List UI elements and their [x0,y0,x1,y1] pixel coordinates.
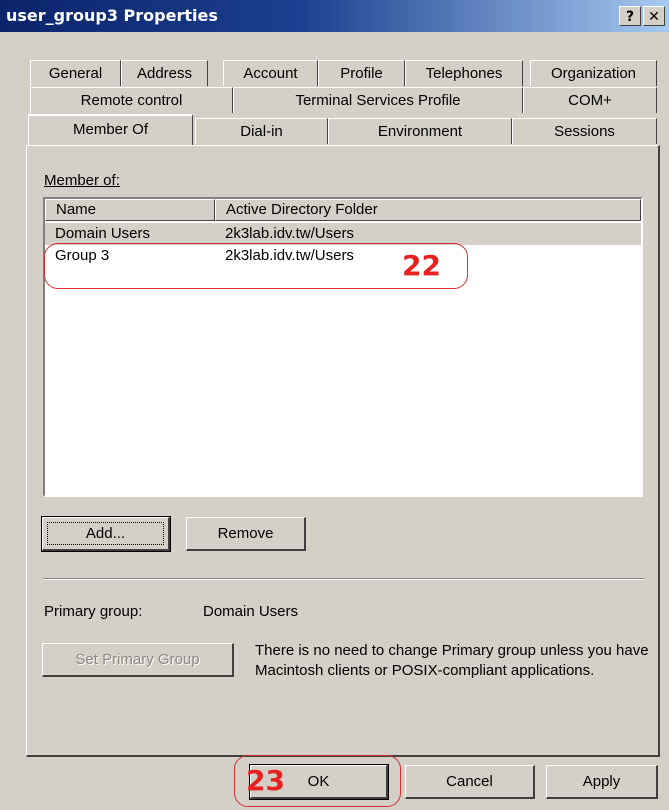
title-bar[interactable]: user_group3 Properties ? ✕ [0,0,669,32]
group-folder: 2k3lab.idv.tw/Users [225,225,354,242]
tab-environment[interactable]: Environment [328,118,512,144]
apply-button[interactable]: Apply [546,765,658,799]
tab-member-of[interactable]: Member Of [28,114,193,145]
group-name: Domain Users [55,225,151,242]
member-of-list[interactable]: Name Active Directory Folder Domain User… [43,197,643,497]
tab-general[interactable]: General [30,60,121,86]
primary-group-note: There is no need to change Primary group… [255,642,649,679]
window-title: user_group3 Properties [6,6,218,25]
close-button[interactable]: ✕ [643,6,665,26]
tab-sessions[interactable]: Sessions [512,118,657,144]
cancel-button-label: Cancel [446,773,493,790]
tab-com-plus[interactable]: COM+ [523,87,657,113]
tab-account[interactable]: Account [223,60,318,86]
separator [43,578,644,580]
apply-button-label: Apply [582,773,621,790]
column-header-name[interactable]: Name [45,199,215,221]
annotation-number-22: 22 [402,249,441,282]
tab-terminal-services-profile[interactable]: Terminal Services Profile [233,87,523,113]
set-primary-group-button[interactable]: Set Primary Group [42,643,234,677]
set-primary-group-label: Set Primary Group [75,651,200,668]
focus-rectangle [47,522,164,545]
tab-dial-in[interactable]: Dial-in [195,118,328,144]
tab-remote-control[interactable]: Remote control [30,87,233,113]
tab-organization[interactable]: Organization [530,60,657,86]
remove-button-label: Remove [217,525,274,542]
tab-address[interactable]: Address [121,60,208,86]
primary-group-label: Primary group: [44,603,143,620]
cancel-button[interactable]: Cancel [405,765,535,799]
tab-profile[interactable]: Profile [318,60,405,86]
add-button[interactable]: Add... [41,516,171,552]
list-item[interactable]: Domain Users 2k3lab.idv.tw/Users [45,223,641,245]
annotation-number-23: 23 [246,764,285,797]
help-button[interactable]: ? [619,6,641,26]
remove-button[interactable]: Remove [186,517,306,551]
member-of-label: Member of: [44,172,120,189]
close-icon: ✕ [648,9,660,25]
tab-telephones[interactable]: Telephones [405,60,523,86]
column-header-folder[interactable]: Active Directory Folder [215,199,641,221]
primary-group-value: Domain Users [203,603,299,620]
